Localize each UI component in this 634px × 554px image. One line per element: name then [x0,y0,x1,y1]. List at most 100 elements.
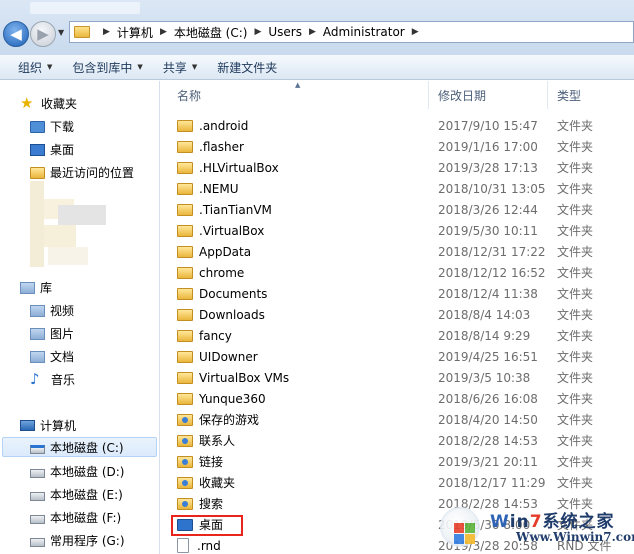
organize-button[interactable]: 组织 ▼ [8,56,62,78]
nav-drive-f[interactable]: 本地磁盘 (F:) [30,507,121,527]
folder-icon [177,119,193,132]
file-row[interactable]: .VirtualBox 2019/5/30 10:11 文件夹 [161,220,634,241]
nav-drive-d[interactable]: 本地磁盘 (D:) [30,461,124,481]
arrow-left-icon: ◀ [10,25,22,43]
file-date: 2019/3/28 17:13 [438,160,538,175]
address-bar-area: ◀ ▶ ▼ ▶ 计算机 ▶ 本地磁盘 (C:) ▶ Users ▶ Admini… [0,0,634,55]
breadcrumb-drive-c[interactable]: 本地磁盘 (C:) [174,24,248,41]
hard-drive-icon [30,515,45,524]
address-field[interactable]: ▶ 计算机 ▶ 本地磁盘 (C:) ▶ Users ▶ Administrato… [69,21,634,43]
file-name-cell: 链接 [161,453,429,470]
special-folder-icon [177,476,193,489]
column-name-label: 名称 [177,88,202,103]
file-row[interactable]: AppData 2018/12/31 17:22 文件夹 [161,241,634,262]
nav-libraries[interactable]: 库 [20,277,52,297]
chevron-down-icon: ▼ [191,63,198,71]
file-date: 2018/12/12 16:52 [438,265,546,280]
navigation-pane: ★ 收藏夹 下载 桌面 最近访问的位置 库 视频 图片 文档 ♪ 音乐 计算机 … [0,81,160,554]
site-watermark: Win7系统之家 Www.Winwin7.com [436,503,634,554]
nav-drive-e[interactable]: 本地磁盘 (E:) [30,484,123,504]
nav-computer[interactable]: 计算机 [20,415,76,435]
file-date: 2019/1/16 17:00 [438,139,538,154]
nav-pictures[interactable]: 图片 [30,323,74,343]
folder-icon [177,392,193,405]
chevron-right-icon[interactable]: ▶ [160,27,167,37]
file-row[interactable]: Yunque360 2018/6/26 16:08 文件夹 [161,388,634,409]
file-name: VirtualBox VMs [199,370,290,385]
hard-drive-icon [30,492,45,501]
file-name: 联系人 [199,434,236,448]
breadcrumb-computer[interactable]: 计算机 [117,24,153,41]
nav-drive-e-label: 本地磁盘 (E:) [50,487,123,502]
breadcrumb-users[interactable]: Users [268,25,302,39]
nav-videos-label: 视频 [50,303,75,318]
watermark-logo [440,507,480,547]
file-type: 文件夹 [557,224,594,238]
nav-recent-places[interactable]: 最近访问的位置 [30,162,134,182]
recent-pages-dropdown[interactable]: ▼ [58,28,64,37]
column-type[interactable]: 类型 [548,81,634,109]
file-row[interactable]: UIDowner 2019/4/25 16:51 文件夹 [161,346,634,367]
nav-videos[interactable]: 视频 [30,300,74,320]
nav-favorites[interactable]: ★ 收藏夹 [20,93,77,113]
include-in-library-button[interactable]: 包含到库中 ▼ [62,56,152,78]
file-type: 文件夹 [557,455,594,469]
file-row[interactable]: 链接 2019/3/21 20:11 文件夹 [161,451,634,472]
nav-downloads[interactable]: 下载 [30,116,74,136]
file-name: chrome [199,265,245,280]
nav-drive-c[interactable]: 本地磁盘 (C:) [2,437,157,457]
file-type: 文件夹 [557,119,594,133]
chevron-right-icon[interactable]: ▶ [254,27,261,37]
window-title-area [30,2,140,14]
file-type: 文件夹 [557,371,594,385]
chevron-right-icon[interactable]: ▶ [103,27,110,37]
file-row[interactable]: fancy 2018/8/14 9:29 文件夹 [161,325,634,346]
nav-music[interactable]: ♪ 音乐 [30,369,75,389]
back-button[interactable]: ◀ [3,21,29,47]
column-name[interactable]: 名称 ▲ [161,81,429,109]
chevron-down-icon: ▼ [137,63,143,71]
file-type: 文件夹 [557,203,594,217]
nav-drive-g[interactable]: 常用程序 (G:) [30,530,125,550]
chevron-right-icon[interactable]: ▶ [309,27,316,37]
watermark-url: Www.Winwin7.com [516,530,634,544]
file-list: 名称 ▲ 修改日期 类型 .android 2017/9/10 15:47 文件夹.… [161,81,634,554]
hard-drive-icon [30,538,45,547]
file-name: .VirtualBox [199,223,265,238]
file-row[interactable]: VirtualBox VMs 2019/3/5 10:38 文件夹 [161,367,634,388]
new-folder-button[interactable]: 新建文件夹 [207,56,287,78]
file-row[interactable]: .flasher 2019/1/16 17:00 文件夹 [161,136,634,157]
breadcrumb-administrator[interactable]: Administrator [323,25,405,39]
nav-desktop[interactable]: 桌面 [30,139,74,159]
file-row[interactable]: Downloads 2018/8/4 14:03 文件夹 [161,304,634,325]
file-name: .rnd [197,538,221,553]
file-row[interactable]: .android 2017/9/10 15:47 文件夹 [161,115,634,136]
file-row[interactable]: chrome 2018/12/12 16:52 文件夹 [161,262,634,283]
file-date: 2018/4/20 14:50 [438,412,538,427]
file-type: 文件夹 [557,476,594,490]
file-row[interactable]: .HLVirtualBox 2019/3/28 17:13 文件夹 [161,157,634,178]
file-row[interactable]: 联系人 2018/2/28 14:53 文件夹 [161,430,634,451]
file-row[interactable]: 收藏夹 2018/12/17 11:29 文件夹 [161,472,634,493]
column-modified[interactable]: 修改日期 [429,81,548,109]
file-name-cell: UIDowner [161,350,429,364]
column-type-label: 类型 [557,88,582,103]
file-name: AppData [199,244,252,259]
folder-icon [177,287,193,300]
file-date: 2018/2/28 14:53 [438,433,538,448]
file-name: Documents [199,286,268,301]
share-button[interactable]: 共享 ▼ [153,56,207,78]
file-name-cell: .HLVirtualBox [161,161,429,175]
chevron-right-icon[interactable]: ▶ [412,27,419,37]
forward-button[interactable]: ▶ [30,21,56,47]
arrow-right-icon: ▶ [37,25,49,43]
file-row[interactable]: Documents 2018/12/4 11:38 文件夹 [161,283,634,304]
file-name-cell: 联系人 [161,432,429,449]
star-icon: ★ [20,94,34,112]
nav-documents[interactable]: 文档 [30,346,74,366]
nav-pictures-label: 图片 [50,326,75,341]
file-row[interactable]: 保存的游戏 2018/4/20 14:50 文件夹 [161,409,634,430]
file-row[interactable]: .TianTianVM 2018/3/26 12:44 文件夹 [161,199,634,220]
share-label: 共享 [162,60,187,75]
file-row[interactable]: .NEMU 2018/10/31 13:05 文件夹 [161,178,634,199]
